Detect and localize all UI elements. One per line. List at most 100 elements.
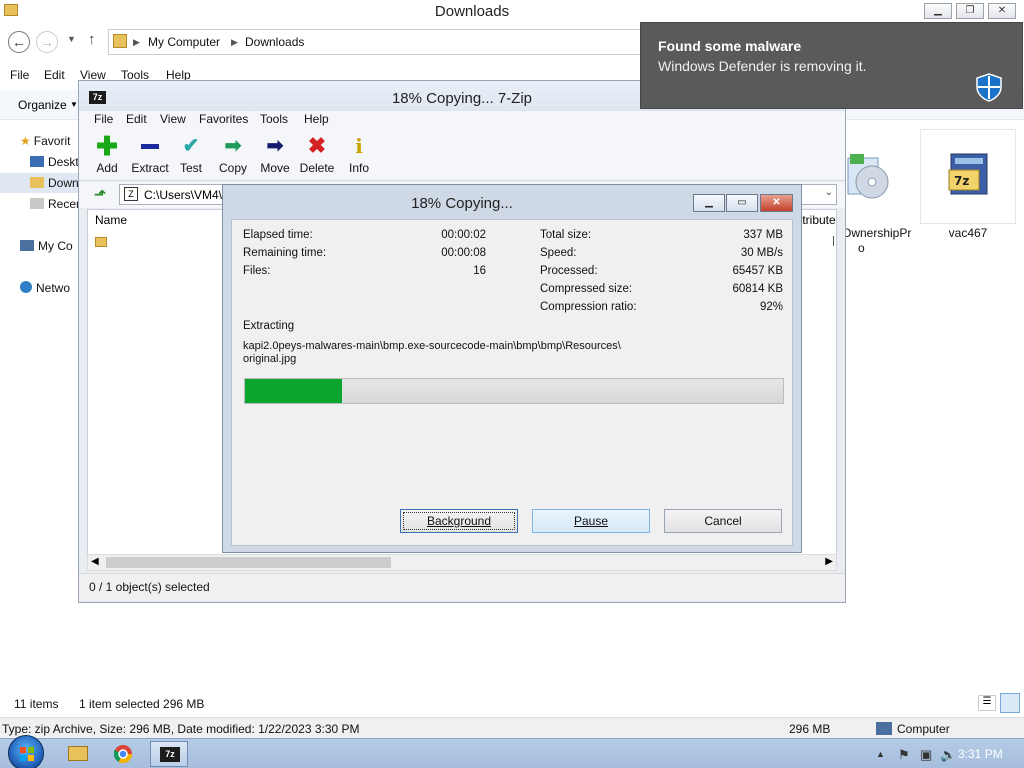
file-explorer-icon — [68, 746, 88, 761]
dialog-close-button[interactable]: ✕ — [760, 194, 793, 212]
menu-help[interactable]: Help — [304, 112, 329, 126]
show-hidden-icons-icon[interactable]: ▲ — [876, 749, 885, 759]
defender-notification[interactable]: Found some malware Windows Defender is r… — [640, 22, 1023, 109]
add-button[interactable]: ✚ Add — [86, 133, 128, 177]
info-button[interactable]: i Info — [338, 133, 380, 177]
remaining-value: 00:00:08 — [441, 247, 486, 259]
pause-button[interactable]: Pause — [532, 509, 650, 533]
cancel-button[interactable]: Cancel — [664, 509, 782, 533]
taskbar-7zip[interactable]: 7z — [150, 741, 188, 767]
elapsed-value: 00:00:02 — [441, 229, 486, 241]
extract-button[interactable]: Extract — [129, 133, 171, 177]
move-button[interactable]: ➡ Move — [254, 133, 296, 177]
restore-button[interactable]: ❐ — [956, 3, 984, 19]
action-center-icon[interactable]: ⚑ — [898, 747, 910, 763]
star-icon: ★ — [20, 134, 31, 148]
delete-button[interactable]: ✖ Delete — [296, 133, 338, 177]
menu-edit[interactable]: Edit — [44, 68, 65, 82]
compression-ratio-value: 92% — [759, 301, 783, 313]
nav-recent[interactable]: Recen — [30, 197, 83, 211]
minus-icon — [138, 135, 162, 157]
taskbar-chrome[interactable] — [104, 741, 142, 767]
close-button[interactable]: ✕ — [988, 3, 1016, 19]
copy-button[interactable]: ➡ Copy — [212, 133, 254, 177]
processed-value: 65457 KB — [732, 265, 783, 277]
taskbar-file-explorer[interactable] — [58, 741, 96, 767]
minimize-button[interactable]: ▁ — [924, 3, 952, 19]
7zip-icon: 7z — [160, 747, 180, 762]
delete-x-icon: ✖ — [307, 133, 327, 158]
operation-label: Extracting — [243, 320, 295, 332]
menu-tools[interactable]: Tools — [260, 112, 288, 126]
selection-info: 1 item selected 296 MB — [79, 697, 205, 711]
computer-folder-icon — [113, 34, 127, 48]
elapsed-label: Elapsed time: — [243, 229, 313, 241]
up-icon[interactable]: ↑ — [88, 31, 96, 48]
menu-file[interactable]: File — [10, 68, 29, 82]
test-button[interactable]: ✔ Test — [170, 133, 212, 177]
nav-my-computer[interactable]: My Co — [20, 239, 73, 253]
background-button[interactable]: Background — [400, 509, 518, 533]
column-header-attributes[interactable]: ttribute — [799, 213, 836, 227]
dialog-body: Elapsed time: 00:00:02 Remaining time: 0… — [231, 219, 793, 546]
taskbar: 7z ▲ ⚑ ▣ 🔈 3:31 PM — [0, 735, 1024, 768]
scroll-thumb[interactable] — [106, 557, 391, 568]
address-bar[interactable]: ▶ My Computer ▶ Downloads — [108, 29, 668, 55]
horizontal-scrollbar[interactable]: ◀ ▶ — [87, 554, 837, 571]
sevenzip-menubar: File Edit View Favorites Tools Help — [79, 111, 845, 129]
compression-ratio-label: Compression ratio: — [540, 301, 637, 313]
chrome-icon — [114, 745, 132, 764]
back-icon[interactable]: ← — [8, 31, 30, 53]
breadcrumb-separator-icon: ▶ — [231, 37, 238, 47]
breadcrumb-separator-icon: ▶ — [133, 37, 140, 47]
file-type-details: Type: zip Archive, Size: 296 MB, Date mo… — [2, 722, 360, 736]
compressed-size-label: Compressed size: — [540, 283, 633, 295]
scroll-right-icon[interactable]: ▶ — [825, 556, 833, 567]
breadcrumb-my-computer[interactable]: My Computer — [148, 35, 220, 49]
large-icons-view-icon[interactable] — [1000, 693, 1020, 713]
file-tile-vac467[interactable]: 7z — [920, 129, 1016, 224]
downloads-folder-icon — [30, 177, 44, 188]
details-bar: Type: zip Archive, Size: 296 MB, Date mo… — [0, 717, 1024, 739]
nav-network[interactable]: Netwo — [20, 281, 70, 295]
start-button[interactable] — [8, 735, 44, 768]
menu-favorites[interactable]: Favorites — [199, 112, 248, 126]
dialog-maximize-button[interactable]: ▭ — [726, 194, 758, 212]
clock[interactable]: 3:31 PM — [958, 747, 1003, 761]
copy-progress-dialog: 18% Copying... ▁ ▭ ✕ Elapsed time: 00:00… — [222, 184, 802, 553]
menu-view[interactable]: View — [160, 112, 186, 126]
folder-up-icon[interactable]: ⬏ — [91, 186, 109, 202]
details-view-icon[interactable]: ☰ — [978, 695, 996, 711]
chevron-down-icon[interactable]: ⌄ — [825, 187, 833, 198]
recent-dropdown-icon[interactable]: ▼ — [67, 34, 76, 44]
file-size: 296 MB — [789, 722, 831, 736]
sevenzip-toolbar: ✚ Add Extract ✔ Test ➡ Copy ➡ Move ✖ Del… — [79, 129, 845, 181]
dialog-minimize-button[interactable]: ▁ — [693, 194, 725, 212]
speed-value: 30 MB/s — [740, 247, 783, 259]
sevenzip-statusbar: 0 / 1 object(s) selected — [79, 573, 845, 601]
menu-edit[interactable]: Edit — [126, 112, 147, 126]
processed-label: Processed: — [540, 265, 598, 277]
files-label: Files: — [243, 265, 271, 277]
total-size-value: 337 MB — [743, 229, 783, 241]
forward-icon[interactable]: → — [36, 31, 58, 53]
disc-setup-icon — [847, 154, 889, 199]
move-arrow-icon: ➡ — [266, 135, 284, 157]
organize-button[interactable]: Organize — [18, 98, 67, 112]
dialog-title: 18% Copying... — [411, 195, 513, 212]
column-header-name[interactable]: Name — [95, 213, 127, 227]
menu-file[interactable]: File — [94, 112, 113, 126]
network-tray-icon[interactable]: ▣ — [920, 747, 932, 763]
nav-favorites[interactable]: ★ Favorit — [20, 134, 70, 148]
breadcrumb-downloads[interactable]: Downloads — [245, 35, 304, 49]
scroll-left-icon[interactable]: ◀ — [91, 556, 99, 567]
computer-icon — [20, 240, 34, 251]
chevron-down-icon: ▼ — [70, 100, 78, 109]
nav-downloads[interactable]: Down — [0, 173, 80, 193]
total-size-label: Total size: — [540, 229, 592, 241]
current-path-line1: kapi2.0peys-malwares-main\bmp.exe-source… — [243, 340, 621, 352]
file-name-vac467: vac467 — [948, 226, 988, 240]
parent-folder-icon[interactable] — [95, 237, 107, 247]
nav-desktop[interactable]: Deskt — [30, 155, 79, 169]
volume-icon[interactable]: 🔈 — [940, 747, 956, 763]
